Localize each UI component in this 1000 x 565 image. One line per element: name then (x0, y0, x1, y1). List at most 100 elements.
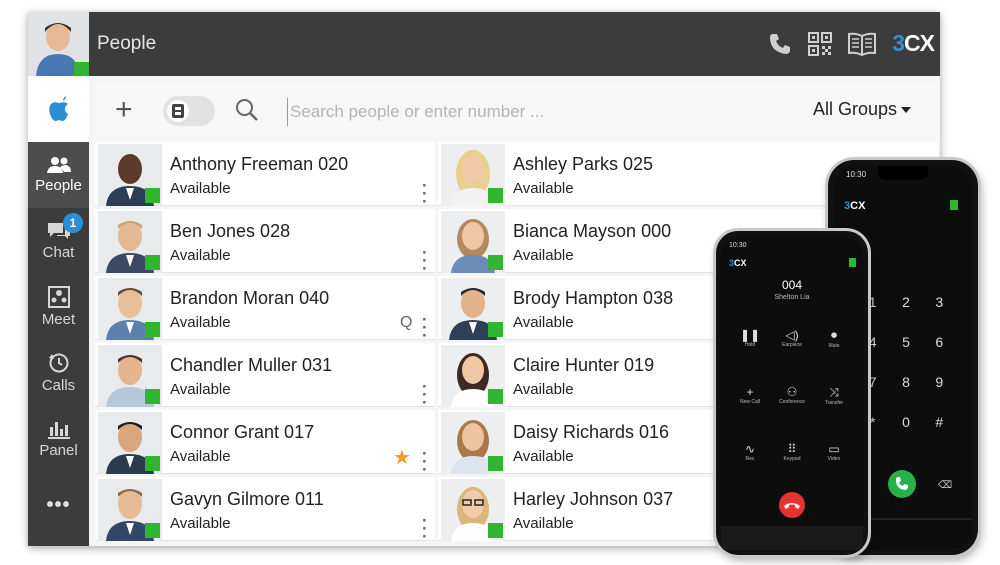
phone-notch (878, 166, 928, 180)
contact-name: Bianca Mayson 000 (513, 221, 672, 241)
contact-card[interactable]: Anthony Freeman 020 Available · · · (95, 142, 435, 210)
apple-icon (48, 96, 68, 121)
sidebar-item-meet[interactable]: Meet (28, 274, 89, 340)
top-bar-actions: 3CX (768, 30, 935, 57)
control-label: Conference (779, 399, 805, 405)
contact-name: Harley Johnson 037 (513, 489, 674, 509)
kebab-menu-icon[interactable]: · · · (422, 244, 428, 277)
contact-status: Available (170, 381, 231, 398)
meet-icon (47, 286, 70, 308)
video-icon: ▭ (828, 442, 840, 456)
control-label: Video (827, 456, 841, 462)
contact-name: Connor Grant 017 (170, 422, 315, 442)
dial-key[interactable]: 6 (923, 334, 956, 350)
conference-icon: ⚇ (786, 385, 798, 399)
call-controls: ❚❚ Hold ◁) Earpiece ⏺ Mute + New Call ⚇ Confe… (729, 328, 855, 462)
contact-status: Available (170, 314, 231, 331)
search-status-icon: Q (400, 314, 413, 331)
phone-tab-bar (721, 526, 863, 550)
mute-button[interactable]: ⏺ Mute (813, 328, 855, 349)
contact-status: Available (513, 515, 574, 532)
contact-card[interactable]: Connor Grant 017 Available ★ · · · (95, 410, 435, 478)
brand-logo-prefix: 3 (892, 30, 905, 56)
history-icon (48, 353, 68, 373)
hold-button[interactable]: ❚❚ Hold (729, 328, 771, 349)
new-call-button[interactable]: + New Call (729, 385, 771, 406)
earpiece-button[interactable]: ◁) Earpiece (771, 328, 813, 349)
contact-status: Available (170, 448, 231, 465)
transfer-button[interactable]: ⤨ Transfer (813, 385, 855, 406)
presence-indicator (145, 255, 160, 270)
sidebar-item-chat[interactable]: Chat 1 (28, 208, 89, 274)
video-button[interactable]: ▭ Video (813, 442, 855, 462)
dial-call-button[interactable] (888, 470, 916, 498)
contacts-view-toggle[interactable] (163, 96, 215, 126)
panel-icon (47, 422, 70, 439)
sidebar: People Chat 1 Meet Calls Panel ••• (28, 12, 89, 546)
more-menu-button[interactable]: ••• (28, 494, 89, 534)
backspace-icon[interactable]: ⌫ (938, 480, 952, 491)
dial-key[interactable]: 3 (923, 294, 956, 310)
contact-card[interactable]: Ben Jones 028 Available · · · (95, 209, 435, 277)
control-label: Mute (828, 343, 840, 349)
sidebar-item-people[interactable]: People (28, 142, 89, 208)
phone-clock: 10:30 (729, 242, 747, 249)
dial-key[interactable]: 0 (889, 414, 922, 430)
phonebook-icon[interactable] (848, 32, 877, 56)
presence-indicator (488, 389, 503, 404)
add-contact-button[interactable]: + (115, 95, 133, 125)
phone-brand-suffix: CX (734, 258, 747, 268)
keypad-icon: ⠿ (787, 442, 797, 456)
presence-indicator (145, 188, 160, 203)
contact-card-icon (172, 104, 184, 118)
sidebar-item-label: Meet (41, 311, 76, 328)
contact-name: Brandon Moran 040 (170, 288, 330, 308)
contact-status: Available (170, 180, 231, 197)
brand-logo: 3CX (892, 30, 935, 57)
presence-indicator (145, 456, 160, 471)
favorite-star-icon[interactable]: ★ (393, 445, 411, 470)
dial-key[interactable]: 8 (889, 374, 922, 390)
conference-button[interactable]: ⚇ Conference (771, 385, 813, 406)
presence-indicator (488, 188, 503, 203)
contact-status: Available (170, 515, 231, 532)
contact-status: Available (513, 180, 574, 197)
contact-name: Daisy Richards 016 (513, 422, 670, 442)
contact-card[interactable]: Brandon Moran 040 Available Q · · · (95, 276, 435, 344)
kebab-menu-icon[interactable]: · · · (422, 445, 428, 478)
phone-icon[interactable] (768, 32, 792, 56)
phone-icon (896, 477, 908, 490)
control-label: Keypad (783, 456, 801, 462)
control-label: New Call (739, 399, 760, 405)
caret-down-icon (901, 107, 912, 114)
search-icon[interactable] (235, 98, 259, 122)
phone-brand-logo: 3CX (729, 258, 747, 268)
dial-key[interactable]: 9 (923, 374, 956, 390)
contact-card[interactable]: Gavyn Gilmore 011 Available · · · (95, 477, 435, 545)
dial-key[interactable]: 2 (889, 294, 922, 310)
kebab-menu-icon[interactable]: · · · (422, 378, 428, 411)
qr-code-icon[interactable] (808, 31, 833, 56)
keypad-button[interactable]: ⠿ Keypad (771, 442, 813, 462)
apple-app-button[interactable] (28, 76, 89, 142)
kebab-menu-icon[interactable]: · · · (422, 311, 428, 344)
dial-key[interactable]: 5 (889, 334, 922, 350)
contact-card[interactable]: Chandler Muller 031 Available · · · (95, 343, 435, 411)
sidebar-item-label: Panel (39, 442, 78, 459)
kebab-menu-icon[interactable]: · · · (422, 177, 428, 210)
kebab-menu-icon[interactable]: · · · (422, 512, 428, 545)
user-avatar[interactable] (28, 12, 89, 76)
presence-indicator (145, 389, 160, 404)
sidebar-item-panel[interactable]: Panel (28, 406, 89, 472)
group-filter-dropdown[interactable]: All Groups (813, 99, 912, 120)
presence-indicator (488, 523, 503, 538)
contact-name: Anthony Freeman 020 (170, 154, 349, 174)
search-input[interactable] (287, 98, 707, 126)
presence-indicator (488, 255, 503, 270)
hangup-button[interactable] (779, 492, 805, 518)
sidebar-item-calls[interactable]: Calls (28, 340, 89, 406)
dial-key[interactable]: # (923, 414, 956, 430)
top-bar: People 3CX (89, 12, 940, 76)
waveform-icon: ∿ (744, 442, 756, 456)
record-button[interactable]: ∿ Rec (729, 442, 771, 462)
